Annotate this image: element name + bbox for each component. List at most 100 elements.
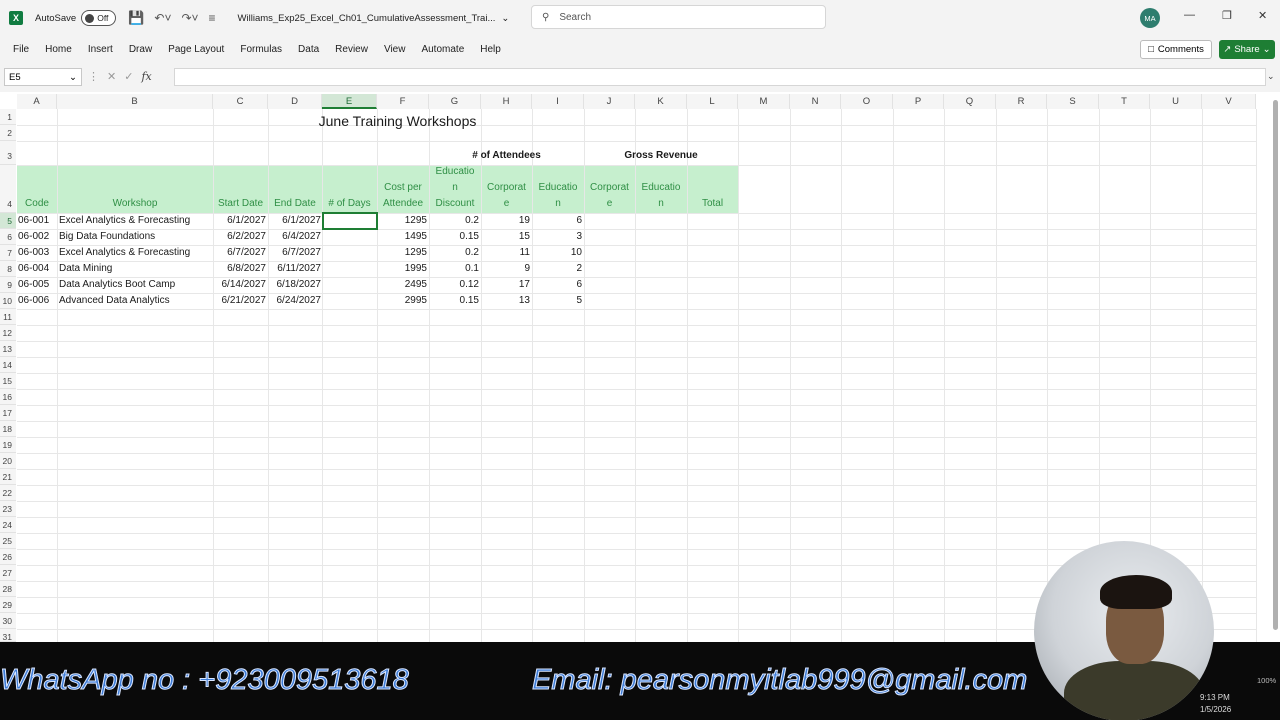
col-header-u[interactable]: U <box>1150 94 1202 109</box>
cell-corporate[interactable]: 13 <box>481 294 530 308</box>
col-header-l[interactable]: L <box>687 94 738 109</box>
tab-data[interactable]: Data <box>290 44 327 55</box>
cell-cost[interactable]: 1495 <box>377 230 427 244</box>
cell-code[interactable]: 06-001 <box>18 214 49 228</box>
tab-view[interactable]: View <box>376 44 414 55</box>
comments-button[interactable]: □ Comments <box>1140 40 1212 59</box>
header-rev-education-line2[interactable]: n <box>635 197 687 211</box>
row-header-25[interactable]: 25 <box>0 533 16 549</box>
cell-cost[interactable]: 2495 <box>377 278 427 292</box>
header-code[interactable]: Code <box>17 197 57 211</box>
cell-corporate[interactable]: 11 <box>481 246 530 260</box>
col-header-b[interactable]: B <box>57 94 213 109</box>
cell-end-date[interactable]: 6/18/2027 <box>268 278 322 292</box>
row-header-7[interactable]: 7 <box>0 245 16 261</box>
row-header-27[interactable]: 27 <box>0 565 16 581</box>
col-header-s[interactable]: S <box>1047 94 1099 109</box>
tab-review[interactable]: Review <box>327 44 376 55</box>
sheet-title[interactable]: June Training Workshops <box>17 113 778 130</box>
tab-help[interactable]: Help <box>472 44 509 55</box>
row-header-18[interactable]: 18 <box>0 421 16 437</box>
col-header-i[interactable]: I <box>532 94 584 109</box>
row-header-10[interactable]: 10 <box>0 293 16 309</box>
share-button[interactable]: ↗ Share ⌄ <box>1219 40 1275 59</box>
col-header-t[interactable]: T <box>1099 94 1150 109</box>
restore-icon[interactable]: ❐ <box>1222 9 1232 22</box>
cell-corporate[interactable]: 15 <box>481 230 530 244</box>
cell-education[interactable]: 2 <box>532 262 582 276</box>
row-header-13[interactable]: 13 <box>0 341 16 357</box>
cell-discount[interactable]: 0.1 <box>429 262 479 276</box>
tab-file[interactable]: File <box>5 44 37 55</box>
autosave-toggle[interactable]: Off <box>81 10 117 26</box>
vertical-scrollbar[interactable] <box>1272 100 1279 635</box>
header-discount-line1[interactable]: Educatio <box>429 165 481 179</box>
cell-discount[interactable]: 0.2 <box>429 246 479 260</box>
cell-end-date[interactable]: 6/11/2027 <box>268 262 321 276</box>
more-icon[interactable]: ⋮ <box>88 70 99 83</box>
cell-end-date[interactable]: 6/7/2027 <box>268 246 321 260</box>
header-rev-education-line1[interactable]: Educatio <box>635 181 687 195</box>
row-header-21[interactable]: 21 <box>0 469 16 485</box>
cell-end-date[interactable]: 6/1/2027 <box>268 214 321 228</box>
header-corporate-line1[interactable]: Corporat <box>481 181 532 195</box>
search-box[interactable]: ⚲ Search <box>531 5 826 29</box>
save-icon[interactable]: 💾 <box>128 10 144 26</box>
cell-workshop[interactable]: Advanced Data Analytics <box>59 294 170 308</box>
cell-cost[interactable]: 1295 <box>377 214 427 228</box>
header-total[interactable]: Total <box>687 197 738 211</box>
header-cost-line1[interactable]: Cost per <box>377 181 429 195</box>
cell-code[interactable]: 06-005 <box>18 278 49 292</box>
row-header-3[interactable]: 3 <box>0 141 16 165</box>
cell-end-date[interactable]: 6/4/2027 <box>268 230 321 244</box>
row-header-24[interactable]: 24 <box>0 517 16 533</box>
row-header-30[interactable]: 30 <box>0 613 16 629</box>
close-icon[interactable]: ✕ <box>1258 9 1267 22</box>
cancel-icon[interactable]: ✕ <box>107 70 116 83</box>
col-header-o[interactable]: O <box>841 94 893 109</box>
tab-automate[interactable]: Automate <box>413 44 472 55</box>
col-header-k[interactable]: K <box>635 94 687 109</box>
attendees-group-heading[interactable]: # of Attendees <box>429 149 584 163</box>
cell-start-date[interactable]: 6/7/2027 <box>213 246 266 260</box>
cell-start-date[interactable]: 6/14/2027 <box>213 278 267 292</box>
expand-formula-bar-icon[interactable]: ⌄ <box>1267 71 1275 82</box>
file-name-dropdown[interactable]: Williams_Exp25_Excel_Ch01_CumulativeAsse… <box>238 13 510 24</box>
row-header-29[interactable]: 29 <box>0 597 16 613</box>
header-education-line1[interactable]: Educatio <box>532 181 584 195</box>
col-header-a[interactable]: A <box>17 94 57 109</box>
col-header-v[interactable]: V <box>1202 94 1256 109</box>
cell-cost[interactable]: 1295 <box>377 246 427 260</box>
cell-education[interactable]: 10 <box>532 246 582 260</box>
col-header-d[interactable]: D <box>268 94 322 109</box>
header-discount-line3[interactable]: Discount <box>429 197 481 211</box>
cell-education[interactable]: 6 <box>532 278 582 292</box>
col-header-q[interactable]: Q <box>944 94 996 109</box>
undo-icon[interactable]: ↶˅ <box>154 11 171 25</box>
cell-cost[interactable]: 2995 <box>377 294 427 308</box>
row-header-2[interactable]: 2 <box>0 125 16 141</box>
customize-toolbar-icon[interactable]: ≡ <box>209 11 216 25</box>
col-header-j[interactable]: J <box>584 94 635 109</box>
cell-workshop[interactable]: Big Data Foundations <box>59 230 155 244</box>
cell-discount[interactable]: 0.2 <box>429 214 479 228</box>
cell-end-date[interactable]: 6/24/2027 <box>268 294 322 308</box>
cell-start-date[interactable]: 6/21/2027 <box>213 294 267 308</box>
formula-input[interactable] <box>174 68 1266 86</box>
row-header-16[interactable]: 16 <box>0 389 16 405</box>
cell-cost[interactable]: 1995 <box>377 262 427 276</box>
tab-home[interactable]: Home <box>37 44 80 55</box>
row-header-15[interactable]: 15 <box>0 373 16 389</box>
col-header-m[interactable]: M <box>738 94 790 109</box>
redo-icon[interactable]: ↷˅ <box>181 11 198 25</box>
row-header-14[interactable]: 14 <box>0 357 16 373</box>
row-header-11[interactable]: 11 <box>0 309 16 325</box>
row-header-9[interactable]: 9 <box>0 277 16 293</box>
zoom-level[interactable]: 100% <box>1257 676 1276 685</box>
cell-corporate[interactable]: 9 <box>481 262 530 276</box>
col-header-c[interactable]: C <box>213 94 268 109</box>
col-header-p[interactable]: P <box>893 94 944 109</box>
row-header-20[interactable]: 20 <box>0 453 16 469</box>
col-header-h[interactable]: H <box>481 94 532 109</box>
row-header-8[interactable]: 8 <box>0 261 16 277</box>
